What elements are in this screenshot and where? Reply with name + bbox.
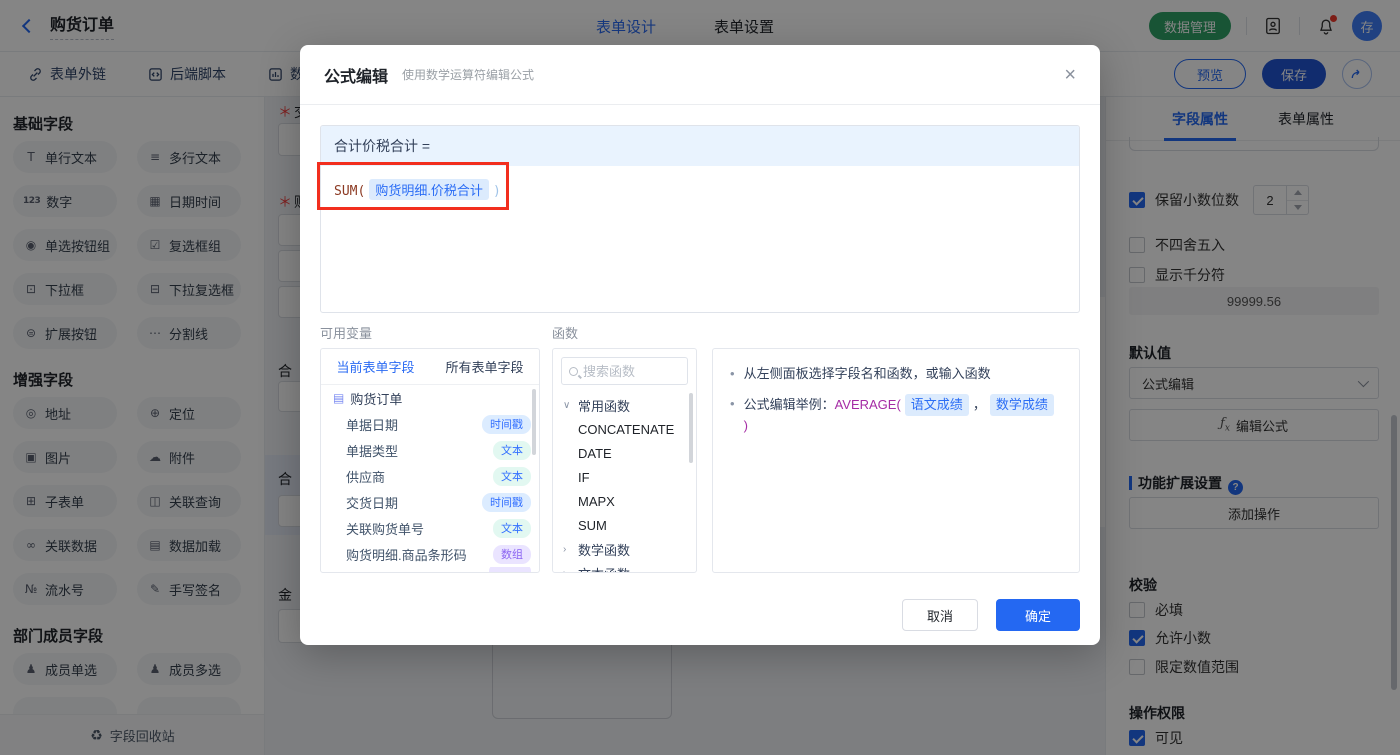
variables-panel: 当前表单字段 所有表单字段 ▤ 购货订单 单据日期 时间戳 单据类型 文本 供应商 文本…: [320, 348, 540, 573]
type-badge: 时间戳: [482, 492, 531, 512]
tab-all-form-fields[interactable]: 所有表单字段: [430, 349, 539, 384]
confirm-button[interactable]: 确定: [996, 599, 1080, 631]
example-chip: 语文成绩: [904, 394, 969, 416]
cancel-button[interactable]: 取消: [902, 599, 978, 631]
variable-row-partial: [321, 567, 539, 572]
example-function: AVERAGE(: [834, 397, 901, 412]
formula-target: 合计价税合计 =: [321, 126, 1079, 166]
variable-row[interactable]: 交货日期 时间戳: [321, 489, 539, 515]
modal-header: 公式编辑 使用数学运算符编辑公式 ×: [300, 45, 1100, 105]
function-item[interactable]: MAPX: [553, 489, 696, 513]
function-item[interactable]: CONCATENATE: [553, 417, 696, 441]
formula-field-chip[interactable]: 购货明细.价税合计: [369, 179, 489, 200]
caret-right-icon: ›: [563, 543, 567, 555]
help-panel: • 从左侧面板选择字段名和函数，或输入函数 • 公式编辑举例：AVERAGE(语文成…: [712, 348, 1080, 573]
example-chip: 数学成绩: [989, 394, 1054, 416]
modal-subtitle: 使用数学运算符编辑公式: [402, 68, 535, 82]
type-badge: 文本: [493, 518, 531, 538]
formula-editor-box: 合计价税合计 = SUM(购货明细.价税合计): [320, 125, 1080, 313]
formula-input-area[interactable]: SUM(购货明细.价税合计): [321, 166, 1079, 213]
modal-title: 公式编辑: [324, 68, 389, 86]
functions-label: 函数: [552, 326, 579, 341]
functions-scrollbar-thumb[interactable]: [689, 393, 693, 463]
formula-editor-modal: 公式编辑 使用数学运算符编辑公式 × 合计价税合计 = SUM(购货明细.价税合…: [300, 45, 1100, 645]
variables-scrollbar-thumb[interactable]: [532, 389, 536, 455]
function-search-box: [561, 357, 688, 385]
functions-panel: ∨常用函数 CONCATENATE DATE IF MAPX SUM ›数学函数…: [552, 348, 697, 573]
type-badge: 文本: [493, 466, 531, 486]
variable-row[interactable]: 购货明细.商品条形码 数组: [321, 541, 539, 567]
function-item[interactable]: IF: [553, 465, 696, 489]
function-group-math[interactable]: › 数学函数: [553, 537, 696, 561]
search-icon: [569, 366, 578, 376]
caret-right-icon: ›: [563, 567, 567, 573]
function-group-common[interactable]: ∨ 常用函数: [553, 393, 696, 417]
type-badge: 数组: [493, 544, 531, 564]
variables-label: 可用变量: [320, 326, 373, 341]
function-item[interactable]: SUM: [553, 513, 696, 537]
form-doc-icon: ▤: [333, 391, 345, 405]
help-line-2: • 公式编辑举例：AVERAGE(语文成绩，数学成绩): [730, 394, 1062, 436]
variable-row[interactable]: 关联购货单号 文本: [321, 515, 539, 541]
tab-current-form-fields[interactable]: 当前表单字段: [321, 349, 430, 384]
formula-keyword: SUM(: [334, 184, 366, 199]
variables-tabs: 当前表单字段 所有表单字段: [321, 349, 539, 385]
help-line-1: • 从左侧面板选择字段名和函数，或输入函数: [730, 366, 991, 381]
type-badge: 文本: [493, 440, 531, 460]
function-search-input[interactable]: [583, 363, 673, 379]
variable-row[interactable]: 供应商 文本: [321, 463, 539, 489]
variable-tree-root[interactable]: ▤ 购货订单: [321, 385, 539, 411]
type-badge: 时间戳: [482, 414, 531, 434]
function-group-text[interactable]: ›文本函数: [553, 561, 696, 573]
variable-row[interactable]: 单据日期 时间戳: [321, 411, 539, 437]
caret-down-icon: ∨: [563, 399, 571, 411]
variable-row[interactable]: 单据类型 文本: [321, 437, 539, 463]
close-icon[interactable]: ×: [1064, 65, 1076, 85]
modal-footer: 取消 确定: [300, 585, 1100, 645]
function-item[interactable]: DATE: [553, 441, 696, 465]
